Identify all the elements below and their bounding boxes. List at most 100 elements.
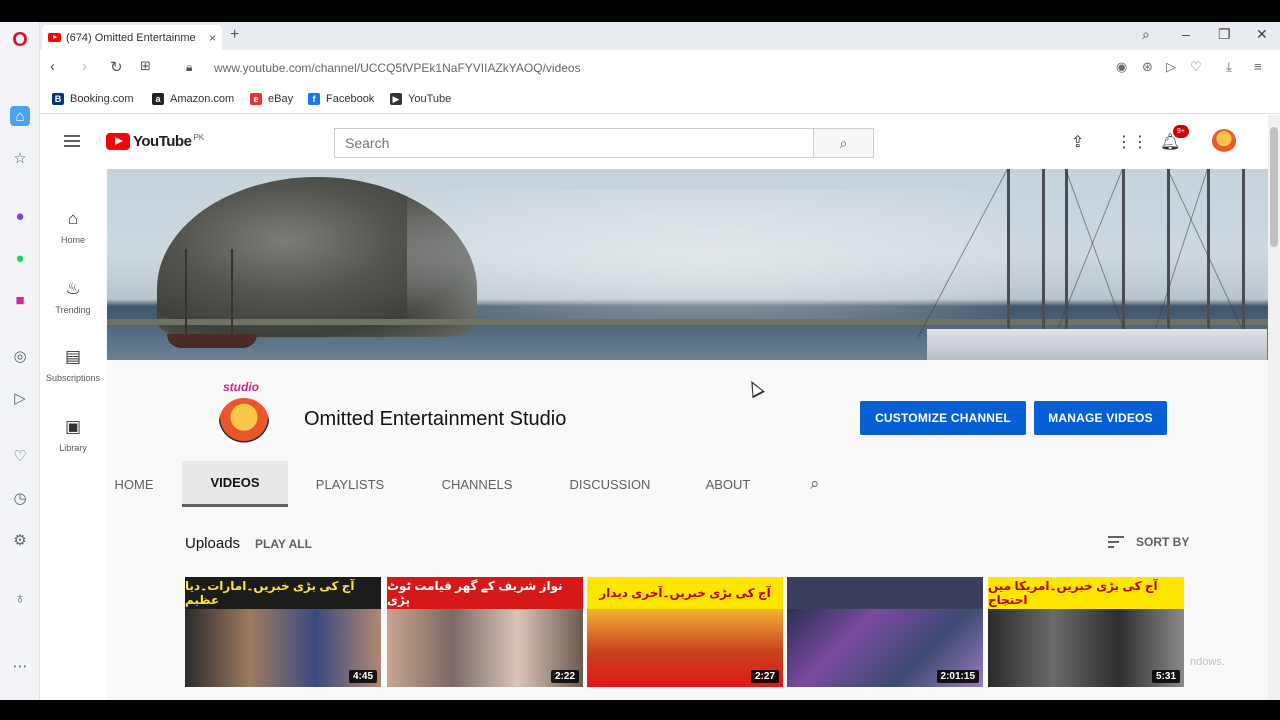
sort-by-label: SORT BY — [1136, 535, 1190, 549]
tab-channels[interactable]: CHANNELS — [427, 461, 527, 507]
instagram-icon[interactable]: ■ — [10, 290, 30, 310]
vpn-icon[interactable]: ⊛ — [1142, 59, 1153, 75]
tab-search-icon[interactable]: ⌕ — [1142, 26, 1150, 43]
bookmark-label: eBay — [268, 93, 294, 105]
activation-watermark: ndows. — [1190, 656, 1225, 668]
guide-label: Home — [60, 235, 85, 245]
manage-videos-button[interactable]: MANAGE VIDEOS — [1034, 401, 1167, 435]
account-avatar[interactable] — [1212, 129, 1236, 153]
tab-bar: (674) Omitted Entertainme × + ⌕ – ❐ ✕ — [40, 22, 1280, 50]
channel-name: Omitted Entertainment Studio — [304, 408, 567, 430]
bookmark-label: Facebook — [326, 93, 375, 105]
tab-videos[interactable]: VIDEOS — [182, 461, 288, 507]
speed-dial-icon[interactable]: ⌂ — [10, 106, 30, 126]
sort-by-button[interactable]: SORT BY — [1108, 535, 1189, 549]
more-icon[interactable]: ⋯ — [10, 656, 30, 676]
browser-tab[interactable]: (674) Omitted Entertainme × — [42, 25, 222, 50]
upload-icon[interactable]: ⇪ — [1071, 132, 1084, 152]
screen-bottom-border — [0, 700, 1280, 720]
channel-avatar-logo — [219, 398, 269, 446]
tab-about[interactable]: ABOUT — [692, 461, 764, 507]
play-all-button[interactable]: PLAY ALL — [255, 537, 312, 551]
youtube-header: YouTube PK ⌕ ⇪ ⋮⋮ 🔔︎ 9+ — [40, 115, 1268, 169]
guide-item-home[interactable]: ⌂ Home — [40, 209, 106, 269]
tabs-grid-icon[interactable]: ⊞ — [140, 58, 151, 74]
youtube-logo-text: YouTube — [133, 133, 192, 150]
url-field[interactable]: www.youtube.com/channel/UCCQ5fVPEk1NaFYV… — [214, 61, 581, 75]
bookmark-amazon[interactable]: a Amazon.com — [152, 93, 234, 105]
video-thumbnail[interactable]: آج کی بڑی خبریں۔آخری دیدار 2:27 — [587, 577, 783, 687]
hamburger-menu-icon[interactable] — [64, 135, 80, 147]
bookmark-label: Booking.com — [70, 93, 134, 105]
bookmark-facebook[interactable]: f Facebook — [308, 93, 374, 105]
ebay-icon: e — [250, 93, 262, 105]
search-icon: ⌕ — [839, 134, 848, 151]
youtube-logo[interactable]: YouTube PK — [106, 133, 204, 150]
forward-icon[interactable]: › — [82, 58, 87, 75]
close-window-icon[interactable]: ✕ — [1256, 26, 1268, 43]
opera-logo-icon[interactable]: O — [10, 29, 30, 51]
search-button[interactable]: ⌕ — [813, 129, 873, 157]
guide-item-subscriptions[interactable]: ▤ Subscriptions — [40, 347, 106, 407]
tab-close-icon[interactable]: × — [209, 31, 216, 45]
youtube-bookmark-icon: ▶ — [390, 93, 402, 105]
channel-search-icon[interactable]: ⌕ — [810, 474, 820, 494]
video-duration: 2:01:15 — [936, 670, 979, 683]
tab-home[interactable]: HOME — [107, 461, 161, 507]
sort-icon — [1108, 536, 1124, 548]
channel-avatar-text: studio — [223, 380, 259, 394]
library-icon: ▣ — [64, 417, 82, 436]
send-icon[interactable]: ▷ — [10, 388, 30, 408]
messenger-icon[interactable]: ● — [10, 206, 30, 226]
share-icon[interactable]: ▷ — [1166, 59, 1176, 75]
thumbnail-headline: نواز شریف کے گھر قیامت ٹوٹ پڑی — [387, 577, 583, 609]
channel-header: studio Omitted Entertainment Studio CUST… — [107, 360, 1268, 511]
home-side-icon[interactable]: ☆ — [10, 148, 30, 168]
tab-playlists[interactable]: PLAYLISTS — [302, 461, 398, 507]
whatsapp-icon[interactable]: ● — [10, 248, 30, 268]
apps-icon[interactable]: ⋮⋮ — [1116, 132, 1148, 152]
thumbnail-headline — [787, 577, 983, 609]
restore-icon[interactable]: ❐ — [1218, 26, 1231, 43]
back-icon[interactable]: ‹ — [50, 58, 55, 75]
snapshot-icon[interactable]: ◉ — [1116, 59, 1127, 75]
page-scrollbar[interactable] — [1268, 115, 1280, 700]
lock-icon: 🔒︎ — [186, 60, 193, 74]
video-thumbnail[interactable]: آج کی بڑی خبریں۔امارات۔دیا عظیم 4:45 — [185, 577, 381, 687]
tab-discussion[interactable]: DISCUSSION — [555, 461, 665, 507]
heart-icon[interactable]: ♡ — [10, 446, 30, 466]
channel-avatar[interactable]: studio — [219, 380, 271, 450]
minimize-icon[interactable]: – — [1182, 26, 1190, 42]
subscriptions-icon: ▤ — [64, 347, 82, 366]
bookmark-ebay[interactable]: e eBay — [250, 93, 293, 105]
search-input[interactable] — [335, 129, 813, 157]
channel-tabs: HOME VIDEOS PLAYLISTS CHANNELS DISCUSSIO… — [107, 461, 1268, 507]
player-icon[interactable]: ◎ — [10, 346, 30, 366]
thumbnail-headline: آج کی بڑی خبریں۔آخری دیدار — [587, 577, 783, 609]
new-tab-button[interactable]: + — [230, 26, 239, 44]
notification-badge: 9+ — [1173, 125, 1189, 138]
customize-channel-button[interactable]: CUSTOMIZE CHANNEL — [860, 401, 1026, 435]
guide-label: Trending — [55, 305, 91, 315]
menu-icon[interactable]: ≡ — [1254, 59, 1262, 74]
youtube-favicon-icon — [48, 33, 61, 42]
scrollbar-thumb[interactable] — [1270, 127, 1278, 247]
address-bar: ‹ › ↻ ⊞ 🔒︎ www.youtube.com/channel/UCCQ5… — [40, 50, 1280, 84]
download-icon[interactable]: ⤓ — [1226, 59, 1232, 75]
bookmark-youtube[interactable]: ▶ YouTube — [390, 93, 451, 105]
video-thumbnail[interactable]: 2:01:15 — [787, 577, 983, 687]
video-thumbnail[interactable]: آج کی بڑی خبریں۔امریکا میں احتجاج 5:31 — [988, 577, 1184, 687]
trending-icon: ♨ — [65, 279, 81, 298]
video-thumbnail[interactable]: نواز شریف کے گھر قیامت ٹوٹ پڑی 2:22 — [387, 577, 583, 687]
settings-icon[interactable]: ⚙ — [10, 530, 30, 550]
uploads-title: Uploads — [185, 535, 241, 552]
banner-shore — [107, 319, 1268, 325]
history-icon[interactable]: ◷ — [10, 488, 30, 508]
guide-item-trending[interactable]: ♨ Trending — [40, 279, 106, 339]
bookmark-booking[interactable]: B Booking.com — [52, 93, 134, 105]
harbor-boats — [927, 329, 1267, 360]
reload-icon[interactable]: ↻ — [110, 58, 123, 76]
tips-icon[interactable]: ♁ — [10, 588, 30, 608]
guide-item-library[interactable]: ▣ Library — [40, 417, 106, 477]
bookmark-heart-icon[interactable]: ♡ — [1190, 59, 1202, 75]
